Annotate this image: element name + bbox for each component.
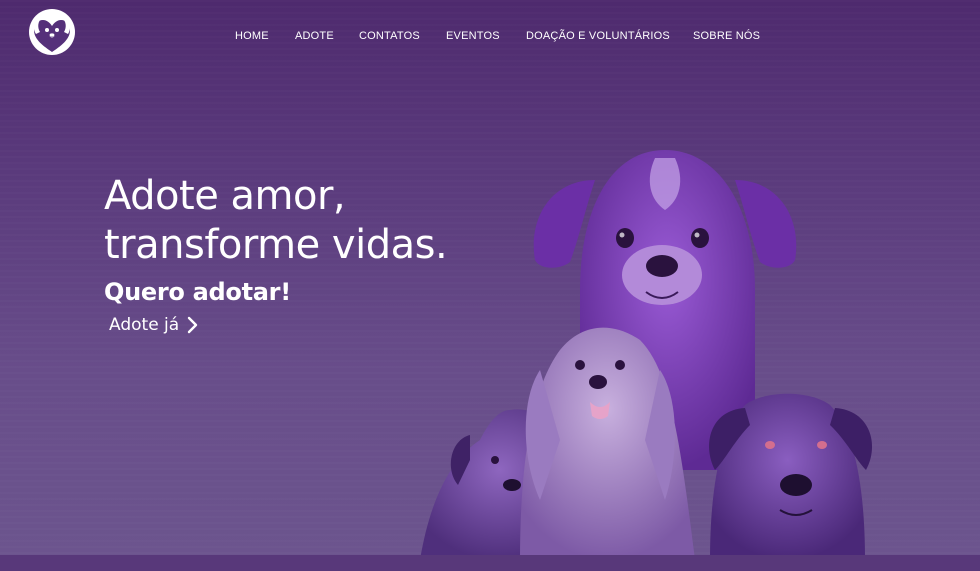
footer-strip [0,555,980,571]
hero-title: Adote amor, transforme vidas. [104,172,448,270]
lab-dog [709,393,873,560]
hero-title-line2: transforme vidas. [104,222,448,268]
main-nav: HOME ADOTE CONTATOS EVENTOS DOAÇÃO E VOL… [0,29,980,45]
nav-item-adote[interactable]: ADOTE [295,29,334,43]
nav-item-home[interactable]: HOME [235,29,269,43]
nav-item-contatos[interactable]: CONTATOS [359,29,420,43]
page: HOME ADOTE CONTATOS EVENTOS DOAÇÃO E VOL… [0,0,980,571]
adopt-now-link[interactable]: Adote já [109,315,199,335]
hero-subtitle: Quero adotar! [104,278,291,306]
chevron-right-icon [188,316,198,334]
hero-title-line1: Adote amor, [104,173,346,219]
nav-item-eventos[interactable]: EVENTOS [446,29,500,43]
purple-dogs-illustration [420,150,873,560]
nav-item-sobre-nos[interactable]: SOBRE NÓS [693,29,760,43]
adopt-now-label: Adote já [109,315,180,335]
nav-item-doacao-voluntarios[interactable]: DOAÇÃO E VOLUNTÁRIOS [526,29,670,43]
